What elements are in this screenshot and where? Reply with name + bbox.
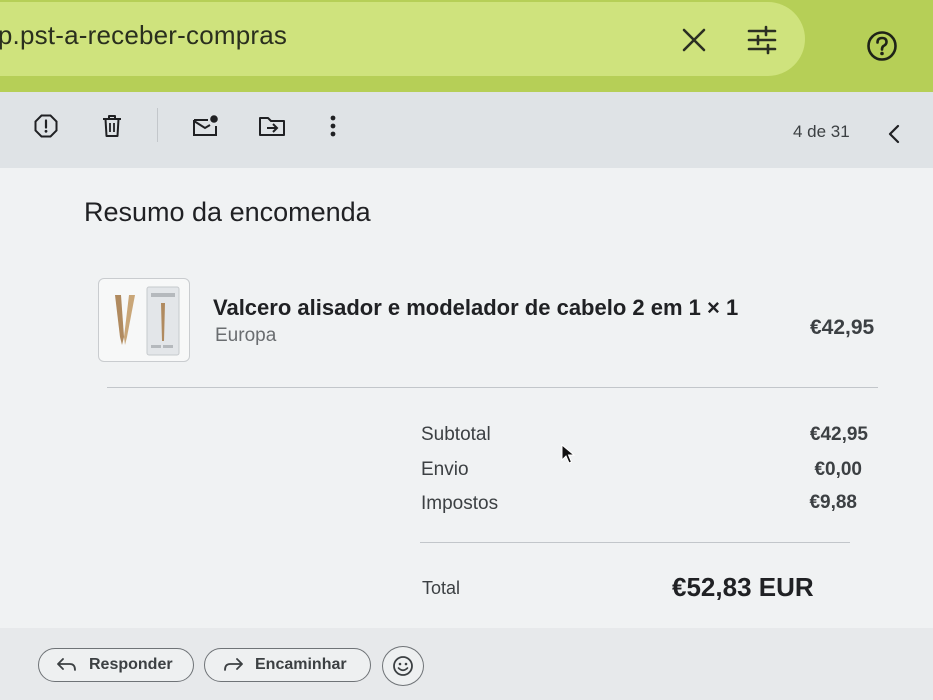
move-to-button[interactable] (255, 110, 289, 142)
reply-icon (57, 658, 76, 671)
close-icon (682, 28, 706, 52)
delete-button[interactable] (96, 110, 128, 142)
forward-icon (224, 658, 243, 671)
chevron-left-icon (888, 124, 900, 144)
emoji-icon (393, 656, 413, 676)
product-thumbnail (98, 278, 190, 362)
taxes-label: Impostos (421, 493, 499, 514)
mark-unread-icon (193, 115, 218, 136)
item-divider (107, 387, 878, 388)
emoji-reaction-button[interactable] (382, 646, 424, 686)
mark-unread-button[interactable] (188, 110, 222, 142)
subtotal-value: €42,95 (809, 424, 868, 445)
more-icon (330, 115, 336, 137)
message-body (0, 168, 933, 628)
shipping-label: Envio (421, 459, 469, 480)
subtotal-label: Subtotal (421, 424, 491, 445)
product-variant: Europa (215, 325, 277, 346)
tune-icon (747, 25, 777, 55)
taxes-value: €9,88 (809, 492, 857, 513)
search-query[interactable]: kup.pst-a-receber-compras (0, 20, 287, 51)
move-to-icon (259, 117, 285, 136)
previous-message-button[interactable] (880, 120, 908, 148)
close-search-button[interactable] (674, 20, 714, 60)
total-value: €52,83 EUR (672, 572, 814, 602)
product-name: Valcero alisador e modelador de cabelo 2… (213, 295, 739, 320)
search-bar-area: kup.pst-a-receber-compras (0, 0, 933, 92)
product-price: €42,95 (810, 316, 875, 339)
hair-straightener-image (115, 286, 180, 356)
total-label: Total (422, 578, 461, 598)
reply-button[interactable]: Responder (38, 648, 194, 682)
help-icon (867, 31, 897, 61)
more-options-button[interactable] (320, 110, 346, 142)
pagination-count: 4 de 31 (793, 122, 850, 141)
report-spam-icon (34, 114, 58, 138)
summary-divider (420, 542, 850, 543)
report-spam-button[interactable] (30, 110, 62, 142)
help-button[interactable] (862, 26, 902, 66)
toolbar-divider (157, 108, 158, 142)
delete-icon (103, 115, 121, 137)
mouse-pointer-icon (561, 444, 575, 464)
forward-button[interactable]: Encaminhar (204, 648, 371, 682)
order-summary-heading: Resumo da encomenda (84, 197, 371, 227)
forward-label: Encaminhar (255, 656, 347, 673)
shipping-value: €0,00 (814, 459, 862, 480)
reply-label: Responder (89, 656, 173, 673)
search-options-button[interactable] (740, 18, 784, 62)
